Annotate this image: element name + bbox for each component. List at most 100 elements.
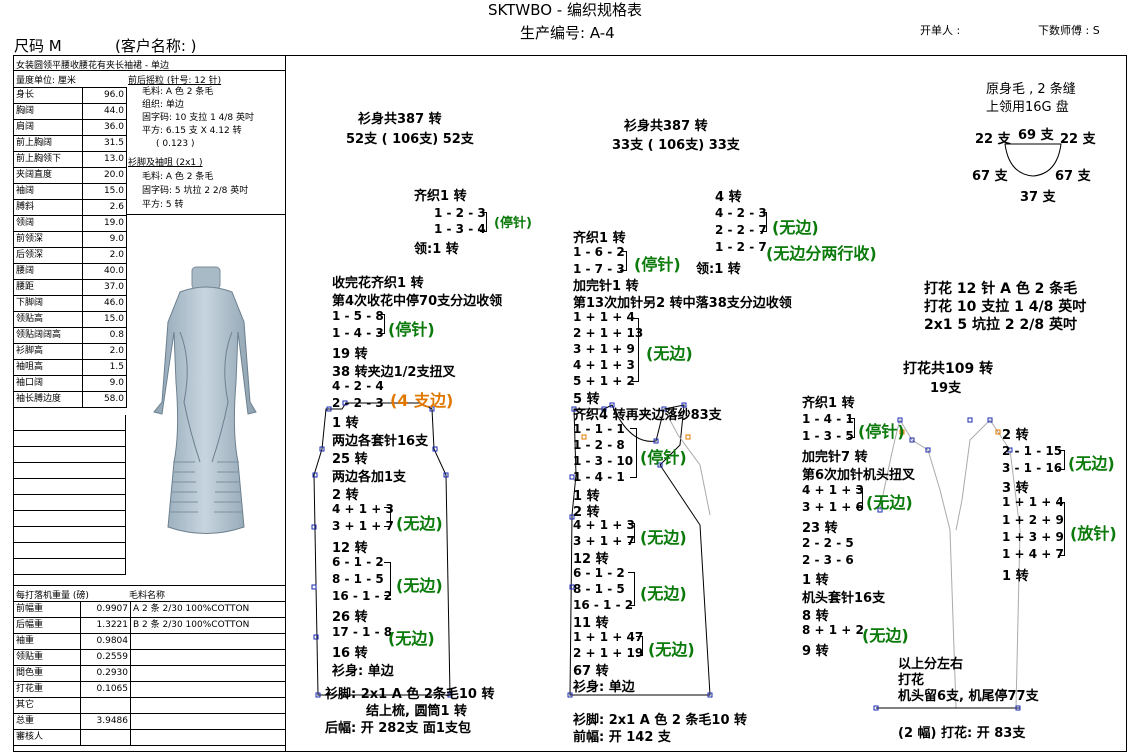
measurement-label: 胸阔	[13, 103, 83, 120]
back-instruction: 两边各加1支	[332, 470, 407, 485]
measurement-label: 下脚阔	[13, 295, 83, 312]
rule	[13, 585, 285, 586]
pattern-instruction: 9 转	[802, 644, 829, 659]
back-instruction: 衫身: 单边	[332, 664, 394, 679]
empty-row	[13, 511, 126, 527]
measurement-value: 13.0	[82, 151, 127, 168]
yarn-name	[130, 681, 286, 698]
pattern-needles: 19支	[930, 381, 962, 396]
back-step: 8 - 1 - 5	[332, 572, 384, 586]
collar-note: 原身毛 , 2 条缝	[986, 82, 1076, 97]
collar-count: 69 支	[1018, 128, 1054, 143]
measurement-value: 15.0	[82, 311, 127, 328]
front-step: 3 + 1 + 9	[573, 342, 635, 356]
weight-label: 打花重	[13, 681, 81, 698]
measurement-label: 夹阔直度	[13, 167, 83, 184]
front-instruction: 12 转	[573, 552, 609, 567]
pattern-step: 1 - 4 - 1	[802, 412, 854, 426]
measurement-row: 袖阔 15.0	[13, 183, 127, 200]
back-needle-split: 52支 ( 106支) 52支	[346, 132, 474, 147]
pattern-cast-on: (2 幅) 打花: 开 83支	[898, 726, 1026, 741]
measurement-label: 后领深	[13, 247, 83, 264]
back-noedge-note: (无边)	[396, 576, 443, 595]
measurement-value: 19.0	[82, 215, 127, 232]
collar-count: 67 支	[1055, 169, 1091, 184]
weight-row: 其它	[13, 697, 286, 714]
pattern-spec: 2x1 5 坑拉 2 2/8 英吋	[924, 317, 1077, 333]
weight-row: 審核人	[13, 729, 286, 746]
weight-label: 間色重	[13, 665, 81, 682]
pattern-noedge-note: (无边)	[866, 493, 913, 512]
pattern-step: 1 + 4 + 7	[1002, 547, 1064, 561]
measurement-value: 44.0	[82, 103, 127, 120]
front-cast-on: 前幅: 开 142 支	[573, 730, 671, 745]
back-instruction: 2 转	[332, 488, 359, 503]
measurement-row: 前领深 9.0	[13, 231, 127, 248]
front-instruction: 11 转	[573, 616, 609, 631]
yarn-name: A 2 条 2/30 100%COTTON	[130, 601, 286, 618]
back-stop-note: (停针)	[388, 320, 435, 339]
measurement-label: 前领深	[13, 231, 83, 248]
weight-label: 总重	[13, 713, 81, 730]
weight-value: 0.1065	[80, 681, 131, 698]
back-step: 6 - 1 - 2	[332, 555, 384, 569]
dress-illustration	[153, 266, 257, 534]
rib-head: 衫脚及袖咀 (2x1 )	[128, 158, 203, 168]
pattern-step: 2 - 3 - 6	[802, 553, 854, 567]
yarn-name	[130, 729, 286, 746]
front-instruction: 齐织1 转	[573, 231, 626, 246]
front-step: 1 - 3 - 10	[573, 454, 634, 468]
empty-row	[13, 495, 126, 511]
measurement-label: 领阔	[13, 215, 83, 232]
back-step: 2 - 2 - 3	[332, 396, 384, 410]
body-knit-details: 毛料: A 色 2 条毛 组织: 单边 固字码: 10 支拉 1 4/8 英吋 平方:…	[142, 87, 254, 149]
pattern-instruction: 1 转	[802, 573, 829, 588]
front-step: 16 - 1 - 2	[573, 598, 634, 612]
back-noedge-note: (无边)	[388, 629, 435, 648]
pattern-spec: 打花 10 支拉 1 4/8 英吋	[924, 299, 1087, 315]
measurement-value: 31.5	[82, 135, 127, 152]
measurement-row: 衫脚高 2.0	[13, 343, 127, 360]
yarn-name	[130, 649, 286, 666]
front-step: 2 - 2 - 7	[715, 223, 767, 237]
back-noedge-note: (无边)	[396, 514, 443, 533]
back-step: 1 - 5 - 8	[332, 309, 384, 323]
back-instruction: 19 转	[332, 347, 368, 362]
yarn-name	[130, 713, 286, 730]
empty-row	[13, 543, 126, 559]
weight-value: 1.3221	[80, 617, 131, 634]
weight-table: 前幅重 0.9907 A 2 条 2/30 100%COTTON 后幅重 1.3221 B…	[13, 601, 286, 746]
measurement-value: 96.0	[82, 87, 127, 104]
back-total-rows: 衫身共387 转	[358, 112, 442, 127]
weight-row: 后幅重 1.3221 B 2 条 2/30 100%COTTON	[13, 617, 286, 634]
measurement-row: 胸阔 44.0	[13, 103, 127, 120]
weight-value: 0.2559	[80, 649, 131, 666]
front-step: 4 + 1 + 3	[573, 518, 635, 532]
back-instruction: 1 转	[332, 416, 359, 431]
front-step: 5 + 1 + 2	[573, 374, 635, 388]
measurement-value: 2.0	[82, 343, 127, 360]
collar-count: 37 支	[1020, 190, 1056, 205]
size-label: 尺码 M	[14, 37, 62, 55]
yarn-name: B 2 条 2/30 100%COTTON	[130, 617, 286, 634]
measurement-row: 领阔 19.0	[13, 215, 127, 232]
measurement-value: 40.0	[82, 263, 127, 280]
front-step: 4 - 2 - 3	[715, 206, 767, 220]
back-edge-note: (4 支边)	[390, 391, 454, 410]
front-step: 8 - 1 - 5	[573, 582, 625, 596]
weight-row: 前幅重 0.9907 A 2 条 2/30 100%COTTON	[13, 601, 286, 618]
back-step: 1 - 4 - 3	[332, 326, 384, 340]
sheet-title: SKTWBO - 编织规格表	[488, 1, 642, 19]
measurement-label: 衫脚高	[13, 343, 83, 360]
pattern-instruction: 23 转	[802, 521, 838, 536]
empty-row	[13, 479, 126, 495]
pattern-step: 3 + 1 + 6	[802, 500, 864, 514]
pattern-step: 2 - 1 - 15	[1002, 444, 1063, 458]
measurement-value: 2.6	[82, 199, 127, 216]
customer-label: (客户名称: )	[115, 37, 197, 55]
front-step: 1 + 1 + 47	[573, 630, 644, 644]
measurement-row: 袖长膊边度 58.0	[13, 391, 127, 408]
measurement-value: 46.0	[82, 295, 127, 312]
collar-count: 22 支	[1060, 132, 1096, 147]
measurement-value: 36.0	[82, 119, 127, 136]
